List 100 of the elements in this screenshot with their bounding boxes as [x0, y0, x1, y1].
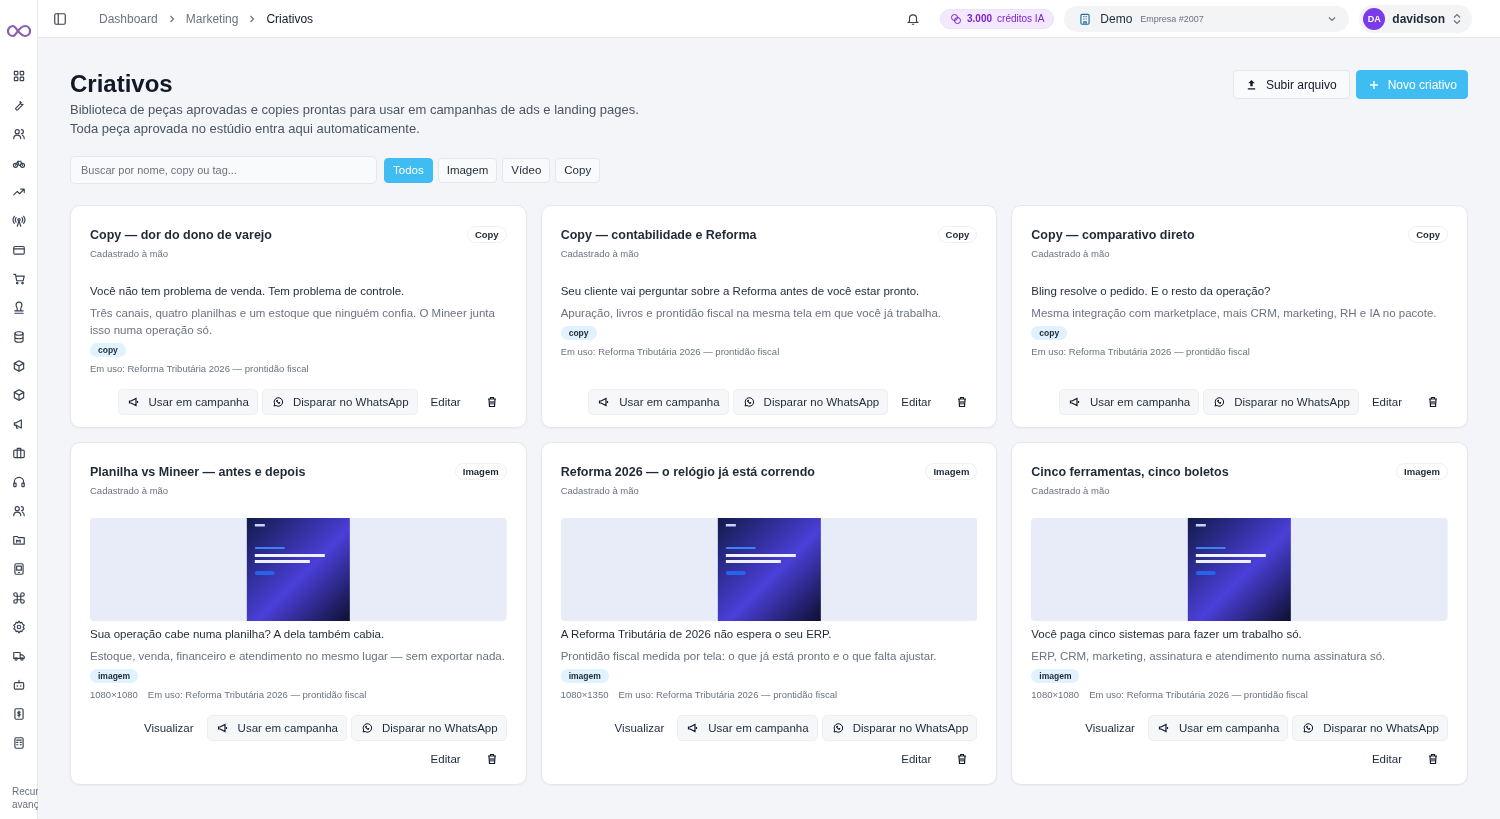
megaphone-icon: [127, 396, 140, 408]
whatsapp-button[interactable]: Disparar no WhatsApp: [1203, 389, 1359, 415]
truck-icon[interactable]: [11, 649, 26, 663]
trash-icon[interactable]: [1427, 753, 1439, 765]
credits-badge[interactable]: 3.000 créditos IA: [940, 8, 1055, 29]
use-in-campaign-button[interactable]: Usar em campanha: [206, 715, 347, 741]
text-button[interactable]: Editar: [421, 389, 470, 415]
antenna-icon[interactable]: [11, 214, 26, 228]
grid-icon[interactable]: [11, 69, 26, 83]
box-icon[interactable]: [11, 388, 26, 402]
trash-icon[interactable]: [485, 753, 498, 765]
trash-icon[interactable]: [1427, 396, 1439, 408]
folder-icon[interactable]: [11, 533, 26, 547]
trash-icon[interactable]: [956, 753, 969, 765]
in-use-label: Em uso: Reforma Tributária 2026 — prontidão fiscal: [1089, 689, 1308, 700]
settings-icon[interactable]: [11, 620, 26, 634]
card-body-text: Apuração, livros e prontidão fiscal na mesma tela em que você já trabalha.: [560, 306, 941, 321]
tag-pill: imagem: [1031, 669, 1080, 683]
megaphone-icon: [216, 722, 229, 734]
calculator-icon[interactable]: [11, 736, 26, 750]
text-button[interactable]: Visualizar: [605, 715, 674, 741]
dollar-icon[interactable]: [11, 707, 26, 721]
filter-chip[interactable]: Copy: [555, 157, 601, 183]
card-headline: Seu cliente vai perguntar sobre a Reforma antes de você estar pronto.: [560, 284, 920, 299]
dimensions-label: 1080×1350: [560, 689, 609, 700]
stamp-icon[interactable]: [11, 301, 26, 315]
chevron-up-down-icon: [1452, 12, 1462, 25]
text-button[interactable]: Editar: [892, 746, 941, 772]
source-label: Cadastrado à mão: [90, 248, 169, 259]
source-label: Cadastrado à mão: [1031, 248, 1110, 259]
filter-chip[interactable]: Vídeo: [502, 157, 551, 183]
use-in-campaign-button[interactable]: Usar em campanha: [1058, 389, 1200, 415]
upload-button[interactable]: Subir arquivo: [1232, 70, 1350, 99]
box-icon[interactable]: [11, 359, 26, 373]
robot-icon[interactable]: [11, 678, 26, 692]
database-icon[interactable]: [11, 330, 26, 344]
breadcrumb-link[interactable]: Marketing: [185, 11, 239, 26]
text-button[interactable]: Editar: [421, 746, 470, 772]
chat-bubble-icon: [1302, 722, 1315, 734]
card-headline: Você paga cinco sistemas para fazer um trabalho só.: [1031, 627, 1302, 642]
whatsapp-button[interactable]: Disparar no WhatsApp: [261, 389, 418, 415]
trash-icon[interactable]: [956, 396, 969, 408]
megaphone-icon: [1157, 722, 1170, 734]
plus-icon: [1368, 79, 1379, 90]
use-in-campaign-button[interactable]: Usar em campanha: [677, 715, 818, 741]
card-body-text: ERP, CRM, marketing, assinatura e atendimento numa assinatura só.: [1031, 649, 1386, 664]
briefcase-icon[interactable]: [11, 446, 26, 460]
sidebar-footer-label[interactable]: avanç: [12, 798, 38, 811]
use-in-campaign-button[interactable]: Usar em campanha: [117, 389, 258, 415]
in-use-label: Em uso: Reforma Tributária 2026 — prontidão fiscal: [147, 689, 367, 700]
whatsapp-button[interactable]: Disparar no WhatsApp: [1292, 715, 1448, 741]
text-button[interactable]: Editar: [1362, 746, 1411, 772]
tag-pill: imagem: [90, 669, 139, 683]
text-button[interactable]: Visualizar: [1076, 715, 1144, 741]
filter-chip[interactable]: Imagem: [437, 157, 498, 183]
card-headline: Bling resolve o pedido. E o resto da operação?: [1031, 284, 1271, 299]
text-button[interactable]: Editar: [892, 389, 941, 415]
users-icon[interactable]: [11, 127, 26, 141]
company-selector[interactable]: Demo Empresa #2007: [1064, 5, 1350, 32]
use-in-campaign-button[interactable]: Usar em campanha: [588, 389, 729, 415]
user-menu[interactable]: DA davidson: [1359, 4, 1472, 33]
sidebar-toggle-icon[interactable]: [53, 11, 67, 26]
page-title: Criativos: [70, 70, 174, 98]
card-title: Copy — dor do dono de varejo: [90, 227, 272, 242]
credit-card-icon[interactable]: [11, 243, 26, 257]
building-icon: [1078, 11, 1093, 26]
search-field[interactable]: Buscar por nome, copy ou tag...: [70, 156, 377, 184]
chat-bubble-icon: [271, 396, 284, 408]
headset-icon[interactable]: [11, 475, 26, 489]
card-title: Copy — contabilidade e Reforma: [560, 227, 757, 242]
bell-icon[interactable]: [906, 11, 921, 26]
use-in-campaign-button[interactable]: Usar em campanha: [1147, 715, 1289, 741]
megaphone-icon: [598, 396, 611, 408]
source-label: Cadastrado à mão: [1031, 485, 1110, 496]
whatsapp-button[interactable]: Disparar no WhatsApp: [732, 389, 889, 415]
tag-pill: copy: [90, 343, 126, 357]
sidebar-footer-label[interactable]: Recur: [12, 785, 38, 798]
source-label: Cadastrado à mão: [90, 485, 169, 496]
whatsapp-button[interactable]: Disparar no WhatsApp: [821, 715, 978, 741]
command-icon[interactable]: [11, 591, 26, 605]
megaphone-icon: [687, 722, 700, 734]
tag-pill: imagem: [560, 669, 609, 683]
trash-icon[interactable]: [485, 396, 498, 408]
breadcrumb-link[interactable]: Dashboard: [99, 11, 158, 26]
cart-icon[interactable]: [11, 272, 26, 286]
megaphone-icon: [1068, 396, 1081, 408]
tag-pill: copy: [560, 326, 597, 340]
card-body-text: Três canais, quatro planilhas e um estoque que ninguém confia. O Mineer junta isso numa operação só.: [90, 306, 496, 338]
in-use-label: Em uso: Reforma Tributária 2026 — prontidão fiscal: [1031, 346, 1250, 357]
trend-icon[interactable]: [11, 185, 26, 199]
whatsapp-button[interactable]: Disparar no WhatsApp: [350, 715, 507, 741]
in-use-label: Em uso: Reforma Tributária 2026 — prontidão fiscal: [560, 346, 780, 357]
text-button[interactable]: Visualizar: [134, 715, 203, 741]
users-icon[interactable]: [11, 504, 26, 518]
chat-bubble-icon: [360, 722, 373, 734]
upload-icon: [1245, 79, 1257, 90]
card-title: Reforma 2026 — o relógio já está correndo: [560, 464, 815, 479]
breadcrumb-link[interactable]: Criativos: [266, 11, 314, 26]
tablet-icon[interactable]: [11, 562, 26, 576]
text-button[interactable]: Editar: [1362, 389, 1411, 415]
